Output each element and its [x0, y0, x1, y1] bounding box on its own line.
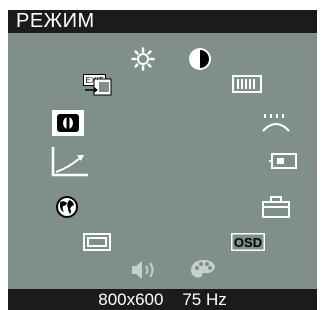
half-circle-icon: [189, 48, 211, 70]
menu-item-osd[interactable]: OSD: [230, 232, 266, 252]
menu-item-pincushion[interactable]: [261, 113, 291, 133]
menu-item-mode[interactable]: [52, 110, 84, 136]
palette-icon: [191, 260, 215, 278]
window-title: РЕЖИМ: [16, 10, 95, 32]
pincushion-icon: [262, 114, 290, 132]
mode-icon: [52, 110, 84, 136]
menu-item-gamma[interactable]: [50, 146, 90, 178]
menu-item-tilt[interactable]: [261, 196, 291, 218]
menu-item-language[interactable]: [55, 195, 79, 219]
curve-icon: [51, 147, 88, 177]
osd-label: OSD: [234, 235, 262, 250]
vertical-bars-icon: [232, 75, 262, 93]
exit-icon: EXIT: [83, 74, 112, 96]
menu-item-size-frame[interactable]: [82, 232, 112, 252]
sun-icon: [131, 47, 155, 71]
menu-item-h-position[interactable]: [268, 153, 298, 169]
globe-icon: [56, 196, 78, 218]
rectangle-shift-icon: [269, 153, 297, 169]
osd-icon: OSD: [231, 233, 265, 251]
menu-item-volume[interactable]: [130, 259, 160, 281]
menu-item-color[interactable]: [189, 258, 217, 280]
menu-item-contrast[interactable]: [188, 47, 212, 71]
menu-item-h-size[interactable]: [232, 75, 262, 93]
osd-window: РЕЖИМ EXIT: [0, 0, 329, 310]
speaker-icon: [132, 261, 154, 279]
menu-item-brightness[interactable]: [131, 47, 155, 71]
menu-item-exit[interactable]: EXIT: [83, 74, 113, 96]
frame-icon: [83, 233, 111, 251]
resolution-readout: 800x600 75 Hz: [98, 290, 227, 309]
briefcase-icon: [262, 196, 290, 218]
